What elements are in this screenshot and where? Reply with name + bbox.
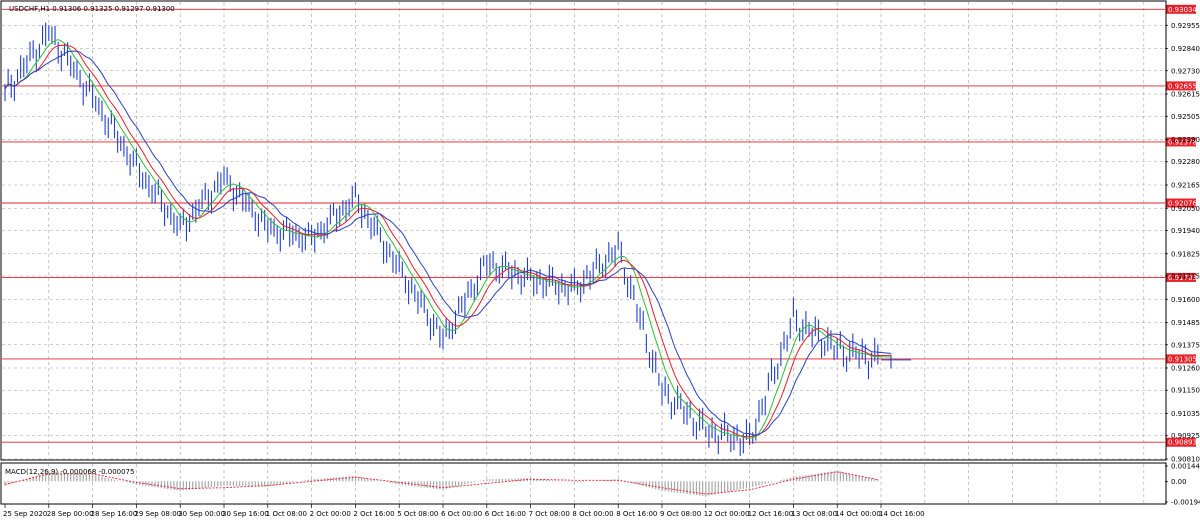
price-tick-label: 0.91600: [1171, 296, 1200, 304]
time-tick-label: 9 Oct 08:00: [660, 510, 701, 518]
time-tick-label: 14 Oct 16:00: [879, 510, 925, 518]
chart-canvas[interactable]: 0.930340.926550.923780.920760.917080.913…: [0, 0, 1200, 523]
price-tick-label: 0.90925: [1171, 432, 1200, 440]
time-tick-label: 6 Oct 16:00: [485, 510, 526, 518]
time-tick-label: 25 Sep 2020: [3, 510, 47, 518]
price-tick-label: 0.92165: [1171, 182, 1200, 190]
time-tick-label: 29 Sep 08:00: [134, 510, 181, 518]
price-tick-label: 0.92390: [1171, 136, 1200, 144]
time-tick-label: 7 Oct 08:00: [529, 510, 570, 518]
price-tick-label: 0.92615: [1171, 91, 1200, 99]
time-tick-label: 5 Oct 08:00: [397, 510, 438, 518]
forex-chart[interactable]: 0.93034 0.92655 0.92378 0.92076 0.91708 0.913…: [0, 0, 1200, 523]
price-tick-label: 0.91375: [1171, 341, 1200, 349]
price-level-label: 0.92655: [1168, 82, 1197, 90]
price-tick-label: 0.91940: [1171, 227, 1200, 235]
time-tick-label: 28 Sep 00:00: [47, 510, 94, 518]
price-tick-label: 0.92955: [1171, 22, 1200, 30]
time-tick-label: 1 Oct 08:00: [266, 510, 307, 518]
time-tick-label: 14 Oct 00:00: [835, 510, 881, 518]
macd-label: MACD(12,26,9) -0.000068 -0.000075: [5, 468, 134, 476]
time-tick-label: 2 Oct 16:00: [353, 510, 394, 518]
price-tick-label: 0.92840: [1171, 45, 1200, 53]
chart-title: USDCHF,H1 0.91306 0.91325 0.91297 0.9130…: [9, 5, 175, 13]
price-level-label: 0.93034: [1168, 6, 1197, 14]
price-tick-label: 0.91825: [1171, 250, 1200, 258]
macd-tick-label: 0.001444: [1171, 463, 1200, 471]
time-tick-label: 13 Oct 08:00: [791, 510, 837, 518]
price-tick-label: 0.91150: [1171, 387, 1200, 395]
price-level-label: 0.91305: [1168, 355, 1197, 363]
price-tick-label: 0.91035: [1171, 410, 1200, 418]
price-tick-label: 0.92730: [1171, 67, 1200, 75]
price-tick-label: 0.91260: [1171, 365, 1200, 373]
time-tick-label: 6 Oct 00:00: [441, 510, 482, 518]
time-tick-label: 8 Oct 00:00: [572, 510, 613, 518]
time-tick-label: 28 Sep 16:00: [91, 510, 138, 518]
price-tick-label: 0.92505: [1171, 113, 1200, 121]
macd-tick-label: 0.00: [1171, 478, 1187, 486]
time-tick-label: 8 Oct 16:00: [616, 510, 657, 518]
time-tick-label: 30 Sep 00:00: [178, 510, 225, 518]
time-tick-label: 2 Oct 00:00: [310, 510, 351, 518]
price-tick-label: 0.91715: [1171, 272, 1200, 280]
price-tick-label: 0.92050: [1171, 205, 1200, 213]
price-tick-label: 0.91485: [1171, 319, 1200, 327]
price-tick-label: 0.92280: [1171, 158, 1200, 166]
time-tick-label: 12 Oct 00:00: [704, 510, 750, 518]
time-tick-label: 30 Sep 16:00: [222, 510, 269, 518]
time-tick-label: 12 Oct 16:00: [748, 510, 794, 518]
macd-tick-label: -0.001949: [1171, 499, 1200, 507]
